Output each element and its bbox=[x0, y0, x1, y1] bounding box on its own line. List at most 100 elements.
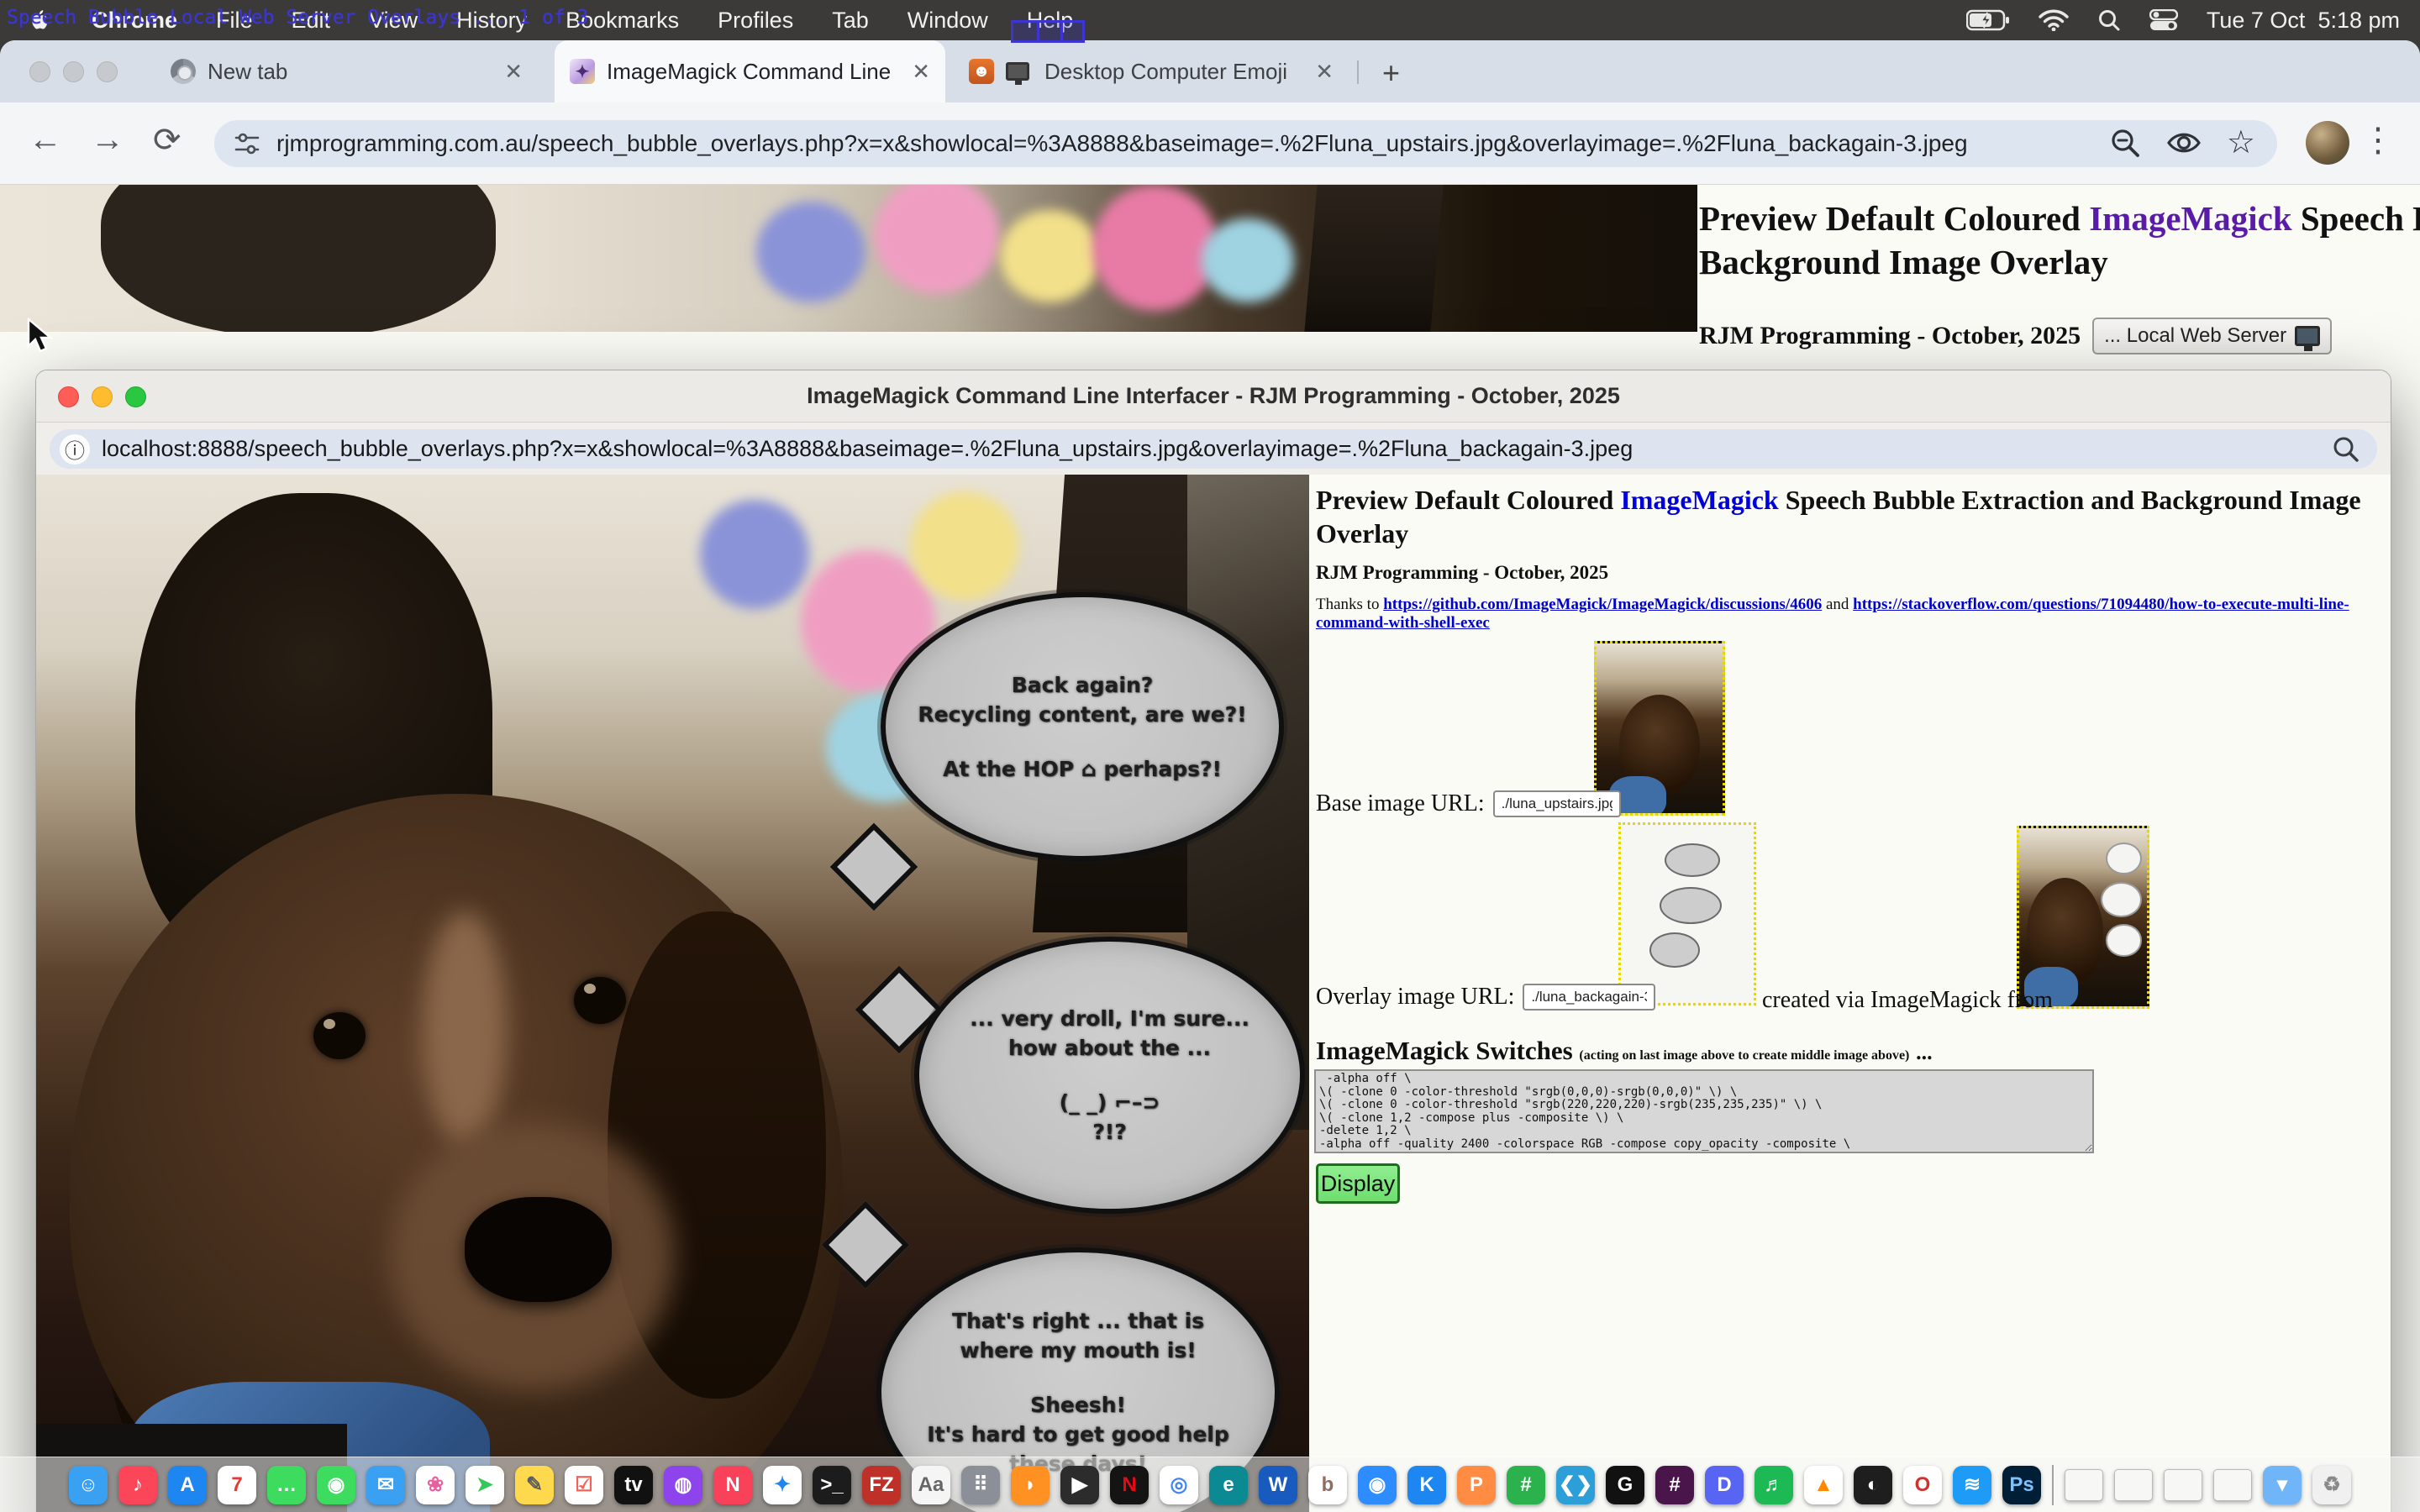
dock-icon-vscode[interactable]: ❮❯ bbox=[1556, 1466, 1595, 1504]
base-image-input[interactable] bbox=[1493, 790, 1621, 817]
address-bar[interactable]: rjmprogramming.com.au/speech_bubble_over… bbox=[214, 120, 2277, 167]
github-discussion-link[interactable]: https://github.com/ImageMagick/ImageMagi… bbox=[1383, 596, 1822, 613]
source-image-thumbnail[interactable] bbox=[2017, 826, 2149, 1009]
dock-icon-github[interactable]: G bbox=[1606, 1466, 1644, 1504]
preview-eye-icon[interactable] bbox=[2166, 127, 2202, 159]
bubble-text-line: That's right ... that is bbox=[952, 1306, 1204, 1336]
back-button[interactable]: ← bbox=[29, 121, 62, 159]
site-settings-icon[interactable] bbox=[233, 129, 261, 158]
dock-icon-vlc[interactable]: ▲ bbox=[1804, 1466, 1843, 1504]
new-tab-button[interactable]: + bbox=[1382, 55, 1400, 91]
dock-icon-music[interactable]: ♪ bbox=[118, 1466, 157, 1504]
menu-profiles[interactable]: Profiles bbox=[698, 8, 813, 34]
chrome-menu-icon[interactable]: ⋮ bbox=[2361, 121, 2395, 160]
dock-icon-calendar[interactable]: 7 bbox=[218, 1466, 256, 1504]
dock-icon-launchpad[interactable]: ⠿ bbox=[961, 1466, 1000, 1504]
url-text[interactable]: rjmprogramming.com.au/speech_bubble_over… bbox=[276, 130, 1982, 157]
base-image-thumbnail[interactable] bbox=[1594, 641, 1725, 816]
dock-icon-tv[interactable]: tv bbox=[614, 1466, 653, 1504]
forward-button[interactable]: → bbox=[91, 121, 124, 159]
inner-search-icon[interactable] bbox=[2332, 435, 2360, 464]
tab-close-icon[interactable]: ✕ bbox=[504, 59, 523, 85]
local-web-server-button[interactable]: ... Local Web Server bbox=[2092, 318, 2332, 354]
menu-tab[interactable]: Tab bbox=[813, 8, 888, 34]
dock-icon-edge[interactable]: e bbox=[1209, 1466, 1248, 1504]
dock-icon-slack[interactable]: # bbox=[1655, 1466, 1694, 1504]
dock-icon-terminal[interactable]: >_ bbox=[813, 1466, 851, 1504]
inner-url-text[interactable]: localhost:8888/speech_bubble_overlays.ph… bbox=[102, 436, 2315, 462]
reload-button[interactable]: ⟳ bbox=[153, 121, 182, 160]
dock-icon-opera[interactable]: O bbox=[1903, 1466, 1942, 1504]
imagemagick-interfacer-window: ImageMagick Command Line Interfacer - RJ… bbox=[35, 370, 2391, 1512]
dock-icon-apple-tv[interactable]: ▶ bbox=[1060, 1466, 1099, 1504]
tab-divider bbox=[1357, 60, 1359, 84]
dock-icon-downloads[interactable]: ▾ bbox=[2263, 1466, 2302, 1504]
dock-icon-zoom[interactable]: ◉ bbox=[1358, 1466, 1397, 1504]
inner-address-bar[interactable]: ⓘ localhost:8888/speech_bubble_overlays.… bbox=[50, 429, 2377, 469]
dock-icon-maps[interactable]: ➤ bbox=[466, 1466, 504, 1504]
dock-icon-docker[interactable]: ≋ bbox=[1953, 1466, 1991, 1504]
battery-icon bbox=[1966, 9, 2010, 31]
imagemagick-link[interactable]: ImageMagick bbox=[2089, 199, 2291, 238]
dock-icon-facetime[interactable]: ◉ bbox=[317, 1466, 355, 1504]
dock-icon-messages[interactable]: … bbox=[267, 1466, 306, 1504]
dock-icon-app-store[interactable]: A bbox=[168, 1466, 207, 1504]
dock-icon-filezilla[interactable]: FZ bbox=[862, 1466, 901, 1504]
imagemagick-link[interactable]: ImageMagick bbox=[1620, 485, 1778, 515]
dock-icon-safari[interactable]: ✦ bbox=[763, 1466, 802, 1504]
bookmark-star-icon[interactable]: ☆ bbox=[2227, 127, 2255, 159]
dock-icon-spotify[interactable]: ♬ bbox=[1754, 1466, 1793, 1504]
dock-icon-mail[interactable]: ✉ bbox=[366, 1466, 405, 1504]
tab-close-icon[interactable]: ✕ bbox=[1315, 59, 1334, 85]
overlay-bubbles-thumbnail[interactable] bbox=[1618, 822, 1756, 1005]
dock-icon-podcasts[interactable]: ◍ bbox=[664, 1466, 702, 1504]
dock-icon-discord[interactable]: D bbox=[1705, 1466, 1744, 1504]
thanks-line: Thanks to https://github.com/ImageMagick… bbox=[1316, 596, 2385, 633]
site-info-icon[interactable]: ⓘ bbox=[60, 434, 90, 465]
dock-minimized-window-4[interactable] bbox=[2213, 1469, 2252, 1501]
dock-icon-trash[interactable]: ♻ bbox=[2312, 1466, 2351, 1504]
display-button[interactable]: Display bbox=[1316, 1163, 1400, 1204]
tab-new-tab[interactable]: New tab ✕ bbox=[155, 40, 538, 102]
menu-window[interactable]: Window bbox=[888, 8, 1007, 34]
tab-desktop-emoji[interactable]: ☻ Desktop Computer Emoji ✕ bbox=[954, 40, 1349, 102]
dock-minimized-window-3[interactable] bbox=[2164, 1469, 2202, 1501]
dock-icon-photoshop[interactable]: Ps bbox=[2002, 1466, 2041, 1504]
dock-icon-firefox[interactable]: ◗ bbox=[1011, 1466, 1050, 1504]
wifi-icon[interactable] bbox=[2039, 9, 2069, 31]
dock-icon-obs[interactable]: ◐ bbox=[1854, 1466, 1892, 1504]
spotlight-search-icon[interactable] bbox=[2097, 8, 2121, 32]
inner-url-bar: ⓘ localhost:8888/speech_bubble_overlays.… bbox=[36, 423, 2391, 475]
window-close-button[interactable] bbox=[29, 61, 50, 82]
tab-close-icon[interactable]: ✕ bbox=[912, 59, 930, 85]
bubble-text-line: At the HOP ⌂ perhaps?! bbox=[943, 754, 1222, 784]
dock-icon-notes[interactable]: ✎ bbox=[515, 1466, 554, 1504]
dock-icon-textedit[interactable]: Aa bbox=[912, 1466, 950, 1504]
control-center-icon[interactable] bbox=[2149, 9, 2178, 31]
switches-textarea[interactable]: -alpha off \ \( -clone 0 -color-threshol… bbox=[1314, 1069, 2094, 1153]
profile-avatar[interactable] bbox=[2306, 121, 2349, 165]
tab-imagemagick[interactable]: ✦ ImageMagick Command Line ✕ bbox=[555, 40, 945, 102]
window-zoom-button[interactable] bbox=[97, 61, 118, 82]
dock-minimized-window-2[interactable] bbox=[2114, 1469, 2153, 1501]
overlay-image-input[interactable] bbox=[1523, 984, 1655, 1011]
dock-icon-keynote[interactable]: K bbox=[1407, 1466, 1446, 1504]
dock-icon-photos[interactable]: ❀ bbox=[416, 1466, 455, 1504]
dock-icon-news[interactable]: N bbox=[713, 1466, 752, 1504]
inner-title-bar[interactable]: ImageMagick Command Line Interfacer - RJ… bbox=[36, 370, 2391, 423]
dock-icon-netflix[interactable]: N bbox=[1110, 1466, 1149, 1504]
chrome-favicon-icon bbox=[171, 59, 196, 84]
bubble-text-line: Back again? bbox=[1012, 670, 1154, 700]
dock-icon-pages[interactable]: P bbox=[1457, 1466, 1496, 1504]
dock-icon-bear[interactable]: b bbox=[1308, 1466, 1347, 1504]
dock-icon-chrome[interactable]: ◎ bbox=[1160, 1466, 1198, 1504]
dock-minimized-window-1[interactable] bbox=[2065, 1469, 2103, 1501]
menu-clock[interactable]: Tue 7 Oct 5:18 pm bbox=[2207, 8, 2400, 34]
dock-icon-finder[interactable]: ☺ bbox=[69, 1466, 108, 1504]
dock-icon-reminders[interactable]: ☑ bbox=[565, 1466, 603, 1504]
bubble-text-line: Recycling content, are we?! bbox=[918, 700, 1246, 729]
dock-icon-word[interactable]: W bbox=[1259, 1466, 1297, 1504]
window-minimize-button[interactable] bbox=[63, 61, 84, 82]
dock-icon-numbers[interactable]: # bbox=[1507, 1466, 1545, 1504]
zoom-page-icon[interactable] bbox=[2109, 127, 2141, 159]
